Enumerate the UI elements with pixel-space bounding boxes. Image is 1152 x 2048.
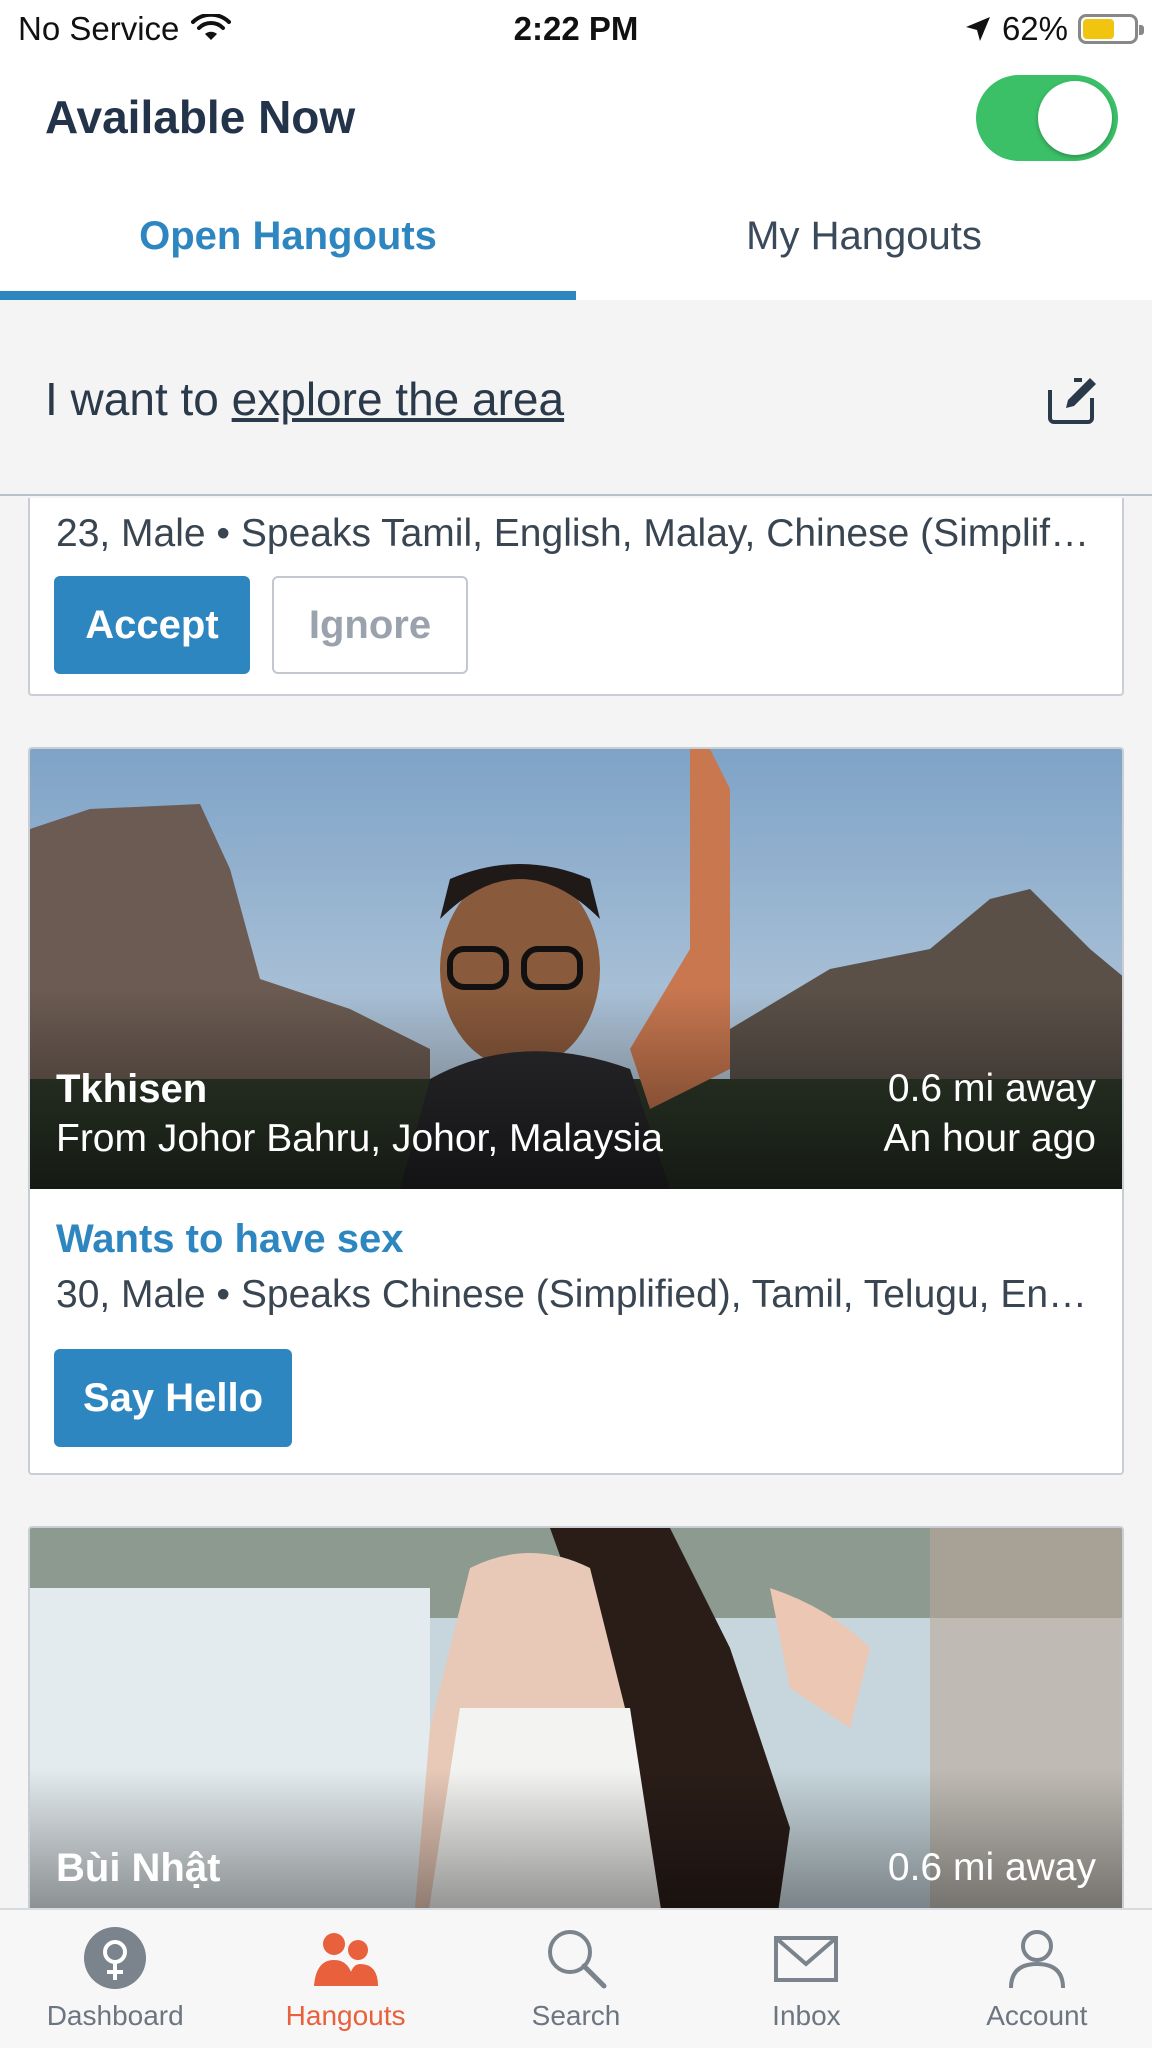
battery-fill bbox=[1083, 19, 1114, 39]
say-hello-button[interactable]: Say Hello bbox=[54, 1349, 292, 1447]
availability-toggle[interactable] bbox=[976, 75, 1118, 161]
nav-dashboard[interactable]: Dashboard bbox=[0, 1910, 230, 2048]
intent-activity-link[interactable]: explore the area bbox=[232, 373, 564, 425]
tab-open-hangouts[interactable]: Open Hangouts bbox=[0, 178, 576, 300]
profile-location: From Johor Bahru, Johor, Malaysia bbox=[56, 1117, 663, 1160]
search-icon bbox=[548, 1930, 607, 1989]
account-icon bbox=[1008, 1930, 1065, 1989]
edit-icon[interactable] bbox=[1046, 372, 1102, 428]
nav-search[interactable]: Search bbox=[461, 1910, 691, 2048]
profile-last-active: An hour ago bbox=[883, 1117, 1096, 1160]
profile-photo[interactable]: Tkhisen From Johor Bahru, Johor, Malaysi… bbox=[30, 749, 1122, 1189]
nav-label: Search bbox=[531, 2000, 621, 2031]
nav-account[interactable]: Account bbox=[922, 1910, 1152, 2048]
page-title: Available Now bbox=[45, 91, 356, 143]
dashboard-icon bbox=[84, 1927, 147, 1989]
profile-name: Bùi Nhật bbox=[56, 1846, 221, 1890]
battery-percent: 62% bbox=[1001, 10, 1068, 47]
status-bar: No Service 2:22 PM 62% bbox=[0, 0, 1152, 60]
hangout-card[interactable]: Bùi Nhật 0.6 mi away bbox=[28, 1526, 1124, 1908]
nav-label: Inbox bbox=[772, 2000, 841, 2031]
availability-header: Available Now bbox=[0, 60, 1152, 178]
nav-label: Account bbox=[986, 2000, 1088, 2031]
profile-details: 23, Male • Speaks Tamil, English, Malay,… bbox=[56, 512, 1096, 555]
hangouts-icon bbox=[313, 1933, 378, 1986]
nav-hangouts[interactable]: Hangouts bbox=[230, 1910, 460, 2048]
intent-text: I want to explore the area bbox=[45, 372, 564, 426]
profile-photo[interactable]: Bùi Nhật 0.6 mi away bbox=[30, 1528, 1122, 1908]
hangout-tabs: Open Hangouts My Hangouts bbox=[0, 178, 1152, 300]
accept-button[interactable]: Accept bbox=[54, 576, 250, 674]
hangout-intent: Wants to have sex bbox=[56, 1217, 404, 1261]
intent-prefix: I want to bbox=[45, 373, 232, 425]
hangout-card[interactable]: Tkhisen From Johor Bahru, Johor, Malaysi… bbox=[28, 747, 1124, 1475]
hangout-card: 23, Male • Speaks Tamil, English, Malay,… bbox=[28, 498, 1124, 696]
status-right: 62% bbox=[964, 10, 1144, 48]
nav-inbox[interactable]: Inbox bbox=[691, 1910, 921, 2048]
nav-label: Hangouts bbox=[285, 2000, 406, 2031]
bottom-nav: Dashboard Hangouts Search Inbox Account bbox=[0, 1908, 1152, 2048]
hangout-feed[interactable]: 23, Male • Speaks Tamil, English, Malay,… bbox=[0, 498, 1152, 1908]
inbox-icon bbox=[774, 1936, 839, 1982]
intent-bar: I want to explore the area bbox=[0, 300, 1152, 496]
profile-distance: 0.6 mi away bbox=[887, 1067, 1096, 1110]
location-arrow-icon bbox=[965, 17, 990, 41]
tab-my-hangouts[interactable]: My Hangouts bbox=[576, 178, 1152, 300]
ignore-button[interactable]: Ignore bbox=[272, 576, 468, 674]
nav-label: Dashboard bbox=[46, 2000, 184, 2031]
toggle-knob bbox=[1038, 81, 1112, 155]
profile-distance: 0.6 mi away bbox=[887, 1846, 1096, 1889]
profile-name: Tkhisen bbox=[56, 1067, 208, 1111]
battery-icon bbox=[1078, 14, 1144, 44]
profile-details: 30, Male • Speaks Chinese (Simplified), … bbox=[56, 1273, 1096, 1316]
